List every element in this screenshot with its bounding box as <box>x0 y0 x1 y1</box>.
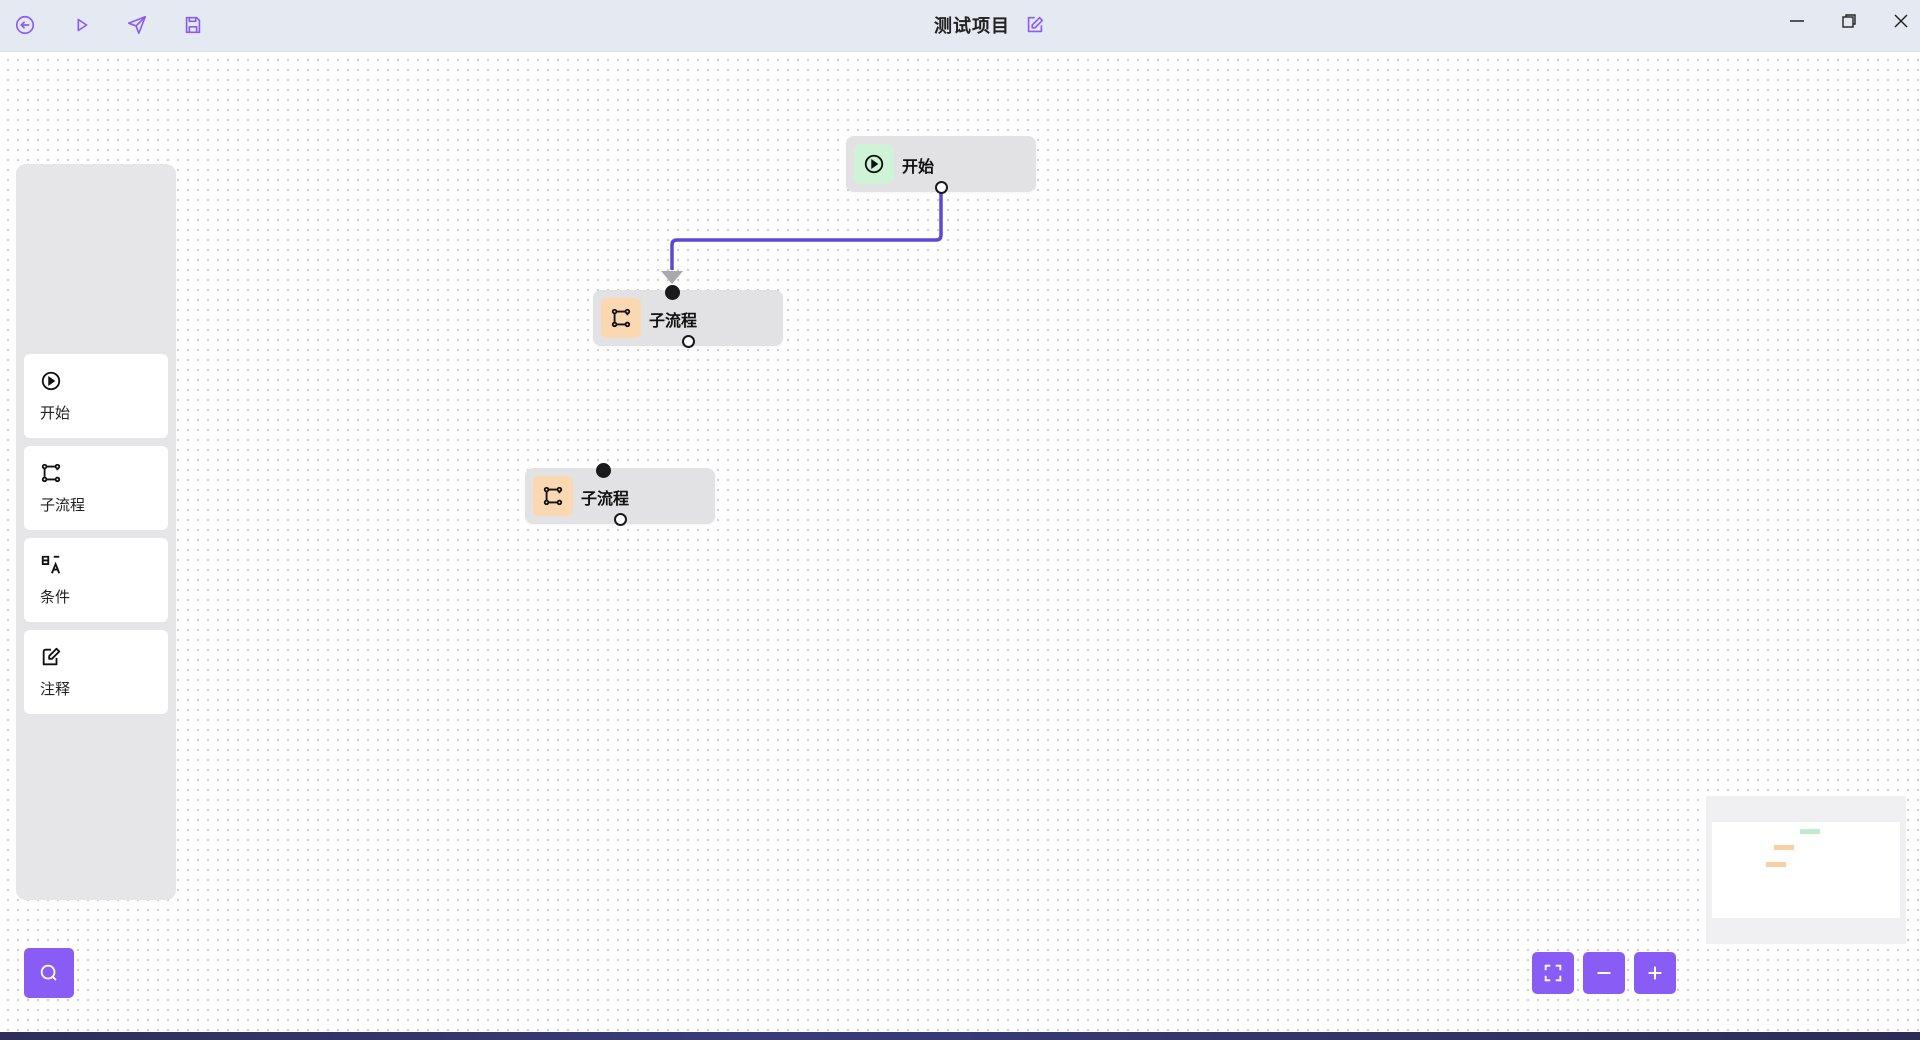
flow-node-subflow[interactable]: 子流程 <box>525 463 715 526</box>
back-button[interactable] <box>13 13 37 37</box>
subflow-icon <box>543 486 563 506</box>
edge-layer <box>661 193 943 284</box>
flow-node-start[interactable]: 开始 <box>846 136 1036 194</box>
node-label: 开始 <box>902 157 935 176</box>
zoom-in-button[interactable] <box>1634 952 1676 994</box>
play-icon <box>77 18 88 32</box>
palette-item-label: 开始 <box>40 404 71 422</box>
minimap-viewport <box>1712 822 1900 918</box>
output-port[interactable] <box>614 513 627 526</box>
subflow-icon <box>40 462 62 484</box>
note-icon <box>40 646 62 668</box>
publish-button[interactable] <box>125 13 149 37</box>
project-title-area: 测试项目 <box>934 12 1046 38</box>
zoom-in-icon <box>1648 966 1662 980</box>
zoom-out-icon <box>1597 971 1611 975</box>
palette-item-label: 注释 <box>40 680 71 698</box>
flow-node-subflow[interactable]: 子流程 <box>593 285 783 348</box>
palette-item-start[interactable]: 开始 <box>24 354 168 438</box>
minimize-icon <box>1790 20 1804 22</box>
play-circle-icon <box>40 370 62 392</box>
minimap-node <box>1800 829 1820 834</box>
flow-edge[interactable] <box>670 193 943 270</box>
input-port[interactable] <box>596 463 611 478</box>
output-port[interactable] <box>935 181 948 194</box>
node-icon-box <box>533 476 573 516</box>
back-circle-icon <box>15 15 35 35</box>
close-icon <box>1894 14 1908 28</box>
palette-item-label: 条件 <box>40 588 71 606</box>
save-icon <box>185 16 201 34</box>
send-icon <box>127 15 147 35</box>
palette-item-note[interactable]: 注释 <box>24 630 168 714</box>
node-icon-box <box>854 144 894 184</box>
close-button[interactable] <box>1883 6 1919 36</box>
edit-title-button[interactable] <box>1024 14 1046 36</box>
edit-icon <box>1027 16 1044 33</box>
minimap[interactable] <box>1706 796 1906 944</box>
palette-item-condition[interactable]: 条件 <box>24 538 168 622</box>
edge-arrow-icon <box>661 271 683 284</box>
input-port[interactable] <box>665 285 680 300</box>
condition-icon <box>40 554 62 576</box>
run-button[interactable] <box>70 13 94 37</box>
minimap-node <box>1774 845 1794 850</box>
minimap-node <box>1766 862 1786 867</box>
flow-canvas[interactable]: 开始 子流程 条件 注释 开始 子流程 子流程 <box>0 52 1920 1032</box>
restore-icon <box>1842 14 1856 28</box>
palette-item-label: 子流程 <box>40 496 86 514</box>
project-title: 测试项目 <box>934 16 1010 37</box>
node-label: 子流程 <box>581 489 630 508</box>
palette-item-subflow[interactable]: 子流程 <box>24 446 168 530</box>
node-label: 子流程 <box>649 311 698 330</box>
subflow-icon <box>611 308 631 328</box>
save-button[interactable] <box>181 13 205 37</box>
fit-view-icon <box>1544 964 1562 982</box>
node-palette: 开始 子流程 条件 注释 <box>16 164 176 900</box>
search-icon <box>40 964 57 981</box>
top-toolbar: 测试项目 <box>0 0 1920 52</box>
node-icon-box <box>601 298 641 338</box>
restore-button[interactable] <box>1831 6 1867 36</box>
search-button[interactable] <box>24 948 74 998</box>
zoom-out-button[interactable] <box>1583 952 1625 994</box>
output-port[interactable] <box>682 335 695 348</box>
minimize-button[interactable] <box>1779 6 1815 36</box>
fit-view-button[interactable] <box>1532 952 1574 994</box>
taskbar-strip <box>0 1032 1920 1040</box>
play-circle-icon <box>864 154 884 174</box>
flow-editor-app: 测试项目 开始 子流程 条件 注释 开始 子流程 子流程 <box>0 0 1920 1040</box>
